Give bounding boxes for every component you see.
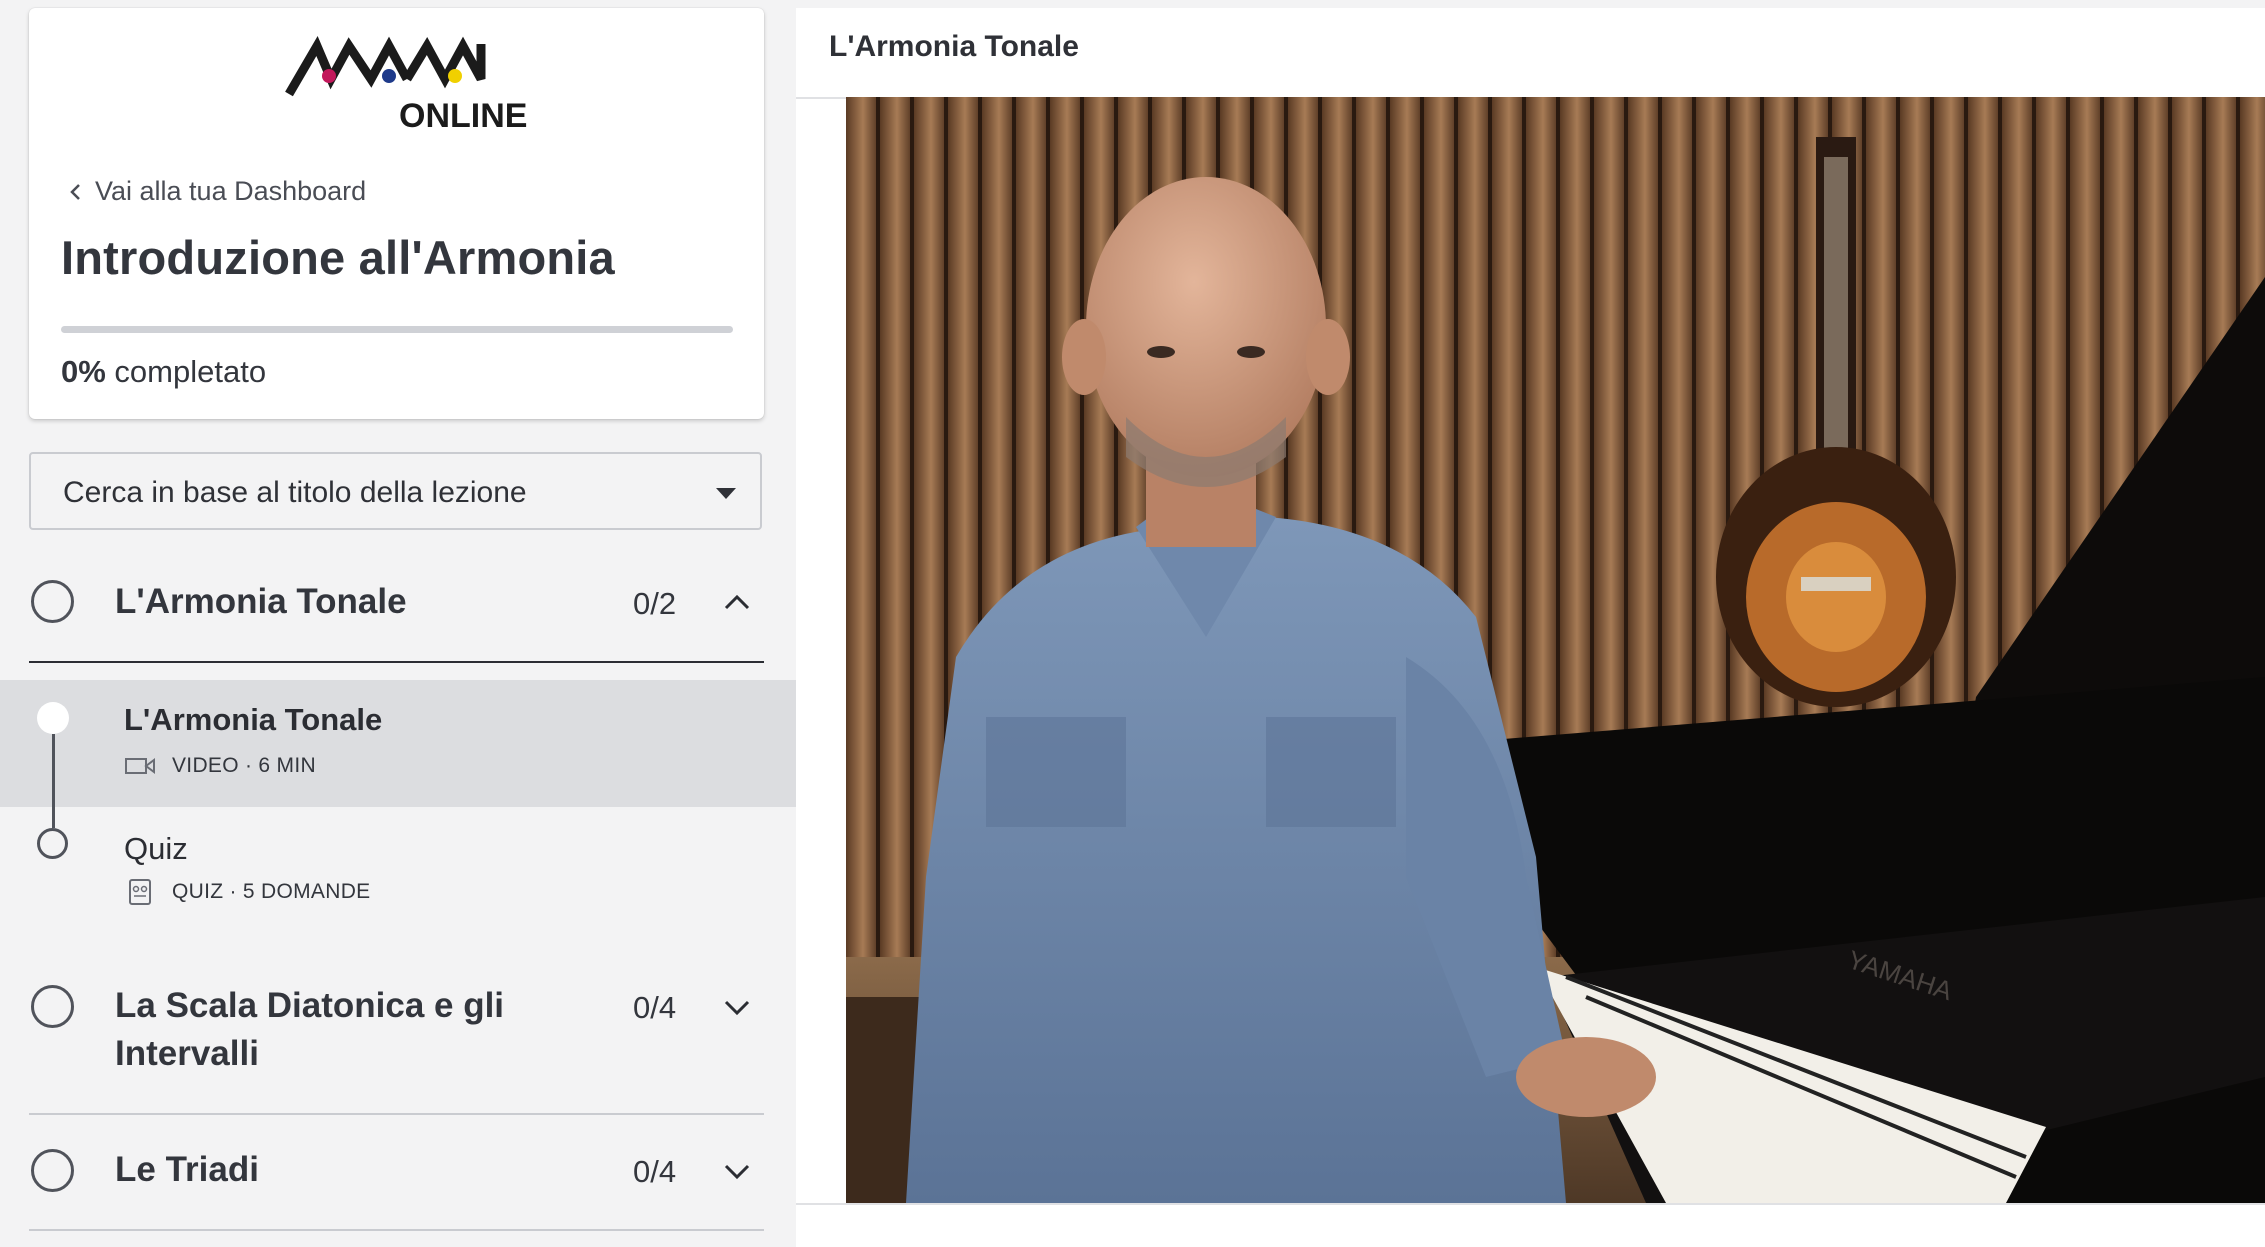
caret-down-icon: [716, 488, 736, 499]
course-card: ONLINE Vai alla tua Dashboard Introduzio…: [29, 8, 764, 419]
section-title: La Scala Diatonica e gli Intervalli: [115, 982, 504, 1078]
video-frame: YAMAHA: [846, 97, 2265, 1203]
lesson-meta: VIDEO · 6 MIN: [124, 753, 316, 779]
back-link-label: Vai alla tua Dashboard: [95, 176, 367, 206]
dashboard-back-link[interactable]: Vai alla tua Dashboard: [67, 176, 366, 207]
section-armonia-tonale[interactable]: L'Armonia Tonale 0/2: [29, 576, 764, 664]
main-content: L'Armonia Tonale YAMAHA: [796, 8, 2265, 1247]
course-title: Introduzione all'Armonia: [61, 231, 615, 284]
lesson-search-placeholder: Cerca in base al titolo della lezione: [63, 476, 527, 509]
lesson-item-quiz[interactable]: Quiz QUIZ · 5 DOMANDE: [0, 807, 796, 927]
lesson-meta: QUIZ · 5 DOMANDE: [124, 879, 370, 905]
progress-suffix: completato: [105, 354, 267, 389]
section-title-line2: Intervalli: [115, 1034, 259, 1073]
section-status-circle-icon: [31, 580, 74, 623]
lesson-title: L'Armonia Tonale: [124, 702, 383, 737]
lesson-footer: [796, 1203, 2265, 1247]
sidebar: ONLINE Vai alla tua Dashboard Introduzio…: [0, 0, 796, 1245]
lesson-current-dot-icon: [37, 702, 69, 734]
lesson-header: L'Armonia Tonale: [796, 8, 2265, 99]
section-title: Le Triadi: [115, 1150, 259, 1189]
section-status-circle-icon: [31, 1149, 74, 1192]
lesson-meta-text: VIDEO · 6 MIN: [172, 754, 316, 777]
section-title-line1: La Scala Diatonica e gli: [115, 986, 505, 1025]
course-progress-bar: [61, 326, 733, 333]
lesson-status-circle-icon: [37, 828, 68, 859]
section-progress-count: 0/4: [633, 1154, 677, 1189]
lesson-connector-line: [52, 807, 55, 828]
chevron-left-icon: [70, 183, 80, 200]
chevron-down-icon[interactable]: [723, 997, 751, 1017]
section-divider: [29, 1229, 764, 1231]
section-progress-count: 0/4: [633, 990, 677, 1025]
nam-online-logo[interactable]: ONLINE: [259, 24, 559, 134]
section-scala-diatonica[interactable]: La Scala Diatonica e gli Intervalli 0/4: [29, 980, 764, 1116]
section-divider: [29, 661, 764, 663]
lesson-connector-line: [52, 734, 55, 807]
section-progress-count: 0/2: [633, 586, 677, 621]
video-camera-icon: [125, 758, 155, 774]
progress-percent: 0%: [61, 354, 106, 389]
section-divider: [29, 1113, 764, 1115]
lesson-meta-text: QUIZ · 5 DOMANDE: [172, 880, 371, 903]
lesson-search-select[interactable]: Cerca in base al titolo della lezione: [29, 452, 762, 530]
video-player[interactable]: YAMAHA: [846, 97, 2265, 1203]
lesson-header-title: L'Armonia Tonale: [829, 30, 1079, 63]
lesson-item-armonia-tonale[interactable]: L'Armonia Tonale VIDEO · 6 MIN: [0, 680, 796, 807]
chevron-up-icon[interactable]: [723, 592, 751, 612]
section-triadi[interactable]: Le Triadi 0/4: [29, 1144, 764, 1234]
logo-online-text: ONLINE: [399, 97, 527, 134]
chevron-down-icon[interactable]: [723, 1161, 751, 1181]
section-status-circle-icon: [31, 985, 74, 1028]
section-title: L'Armonia Tonale: [115, 582, 407, 621]
lesson-title: Quiz: [124, 831, 188, 866]
progress-text: 0% completato: [61, 354, 266, 390]
quiz-icon: [129, 879, 151, 905]
